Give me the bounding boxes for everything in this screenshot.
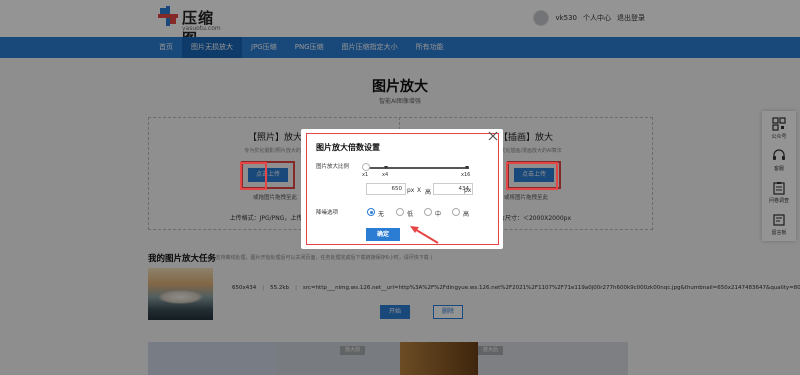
noise-option-label: 中 (435, 211, 442, 218)
highlight-box (506, 162, 558, 190)
noise-radio-low[interactable] (396, 208, 404, 216)
width-field[interactable] (366, 183, 406, 195)
close-icon[interactable] (488, 131, 498, 141)
times-symbol: X (417, 187, 422, 194)
noise-radio-medium[interactable] (424, 208, 432, 216)
slider-min-label: x1 (362, 172, 369, 178)
highlight-box (240, 162, 267, 190)
noise-label: 降噪选项 (316, 210, 339, 216)
noise-option-label: 无 (378, 211, 385, 218)
slider-tick (384, 166, 388, 169)
slider-tick (465, 166, 469, 169)
height-label: 高 (425, 189, 432, 196)
slider-max-label: x16 (461, 172, 471, 178)
noise-radio-none[interactable] (367, 208, 375, 216)
zoom-ratio-label: 图片放大比例 (316, 164, 350, 170)
noise-radio-high[interactable] (452, 208, 460, 216)
noise-option-label: 低 (407, 211, 414, 218)
width-unit: px (407, 187, 415, 194)
dialog-title: 图片放大倍数设置 (316, 143, 380, 152)
slider-current-label: x4 (382, 172, 389, 178)
height-unit: px (464, 187, 472, 194)
zoom-slider-handle[interactable] (362, 163, 370, 171)
pointer-arrow-icon (410, 226, 439, 244)
zoom-slider[interactable] (366, 167, 469, 169)
confirm-button[interactable]: 确定 (366, 228, 400, 241)
noise-option-label: 高 (463, 211, 470, 218)
